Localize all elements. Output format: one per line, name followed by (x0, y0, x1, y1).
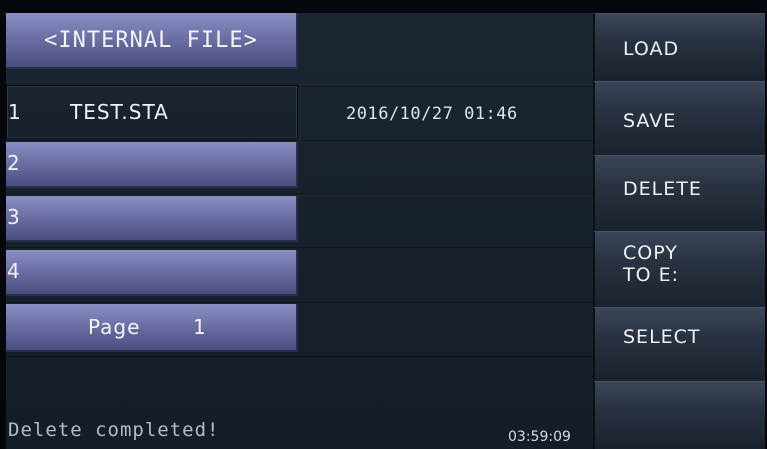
file-row-3[interactable]: 3 (6, 196, 298, 242)
file-row-number: 3 (7, 205, 20, 229)
file-row-number: 1 (8, 100, 21, 124)
blank-softkey[interactable] (593, 381, 765, 449)
file-row-1[interactable]: 1 TEST.STA (6, 85, 298, 139)
load-button-label: LOAD (623, 38, 680, 60)
file-row-number: 2 (7, 151, 20, 175)
page-number: 1 (193, 315, 206, 339)
copy-to-e-button[interactable]: COPY TO E: (593, 231, 765, 307)
select-button-label: SELECT (623, 326, 701, 348)
status-message: Delete completed! (8, 419, 220, 441)
clock: 03:59:09 (508, 429, 571, 445)
load-button[interactable]: LOAD (593, 13, 765, 81)
page-indicator[interactable]: Page 1 (6, 304, 298, 352)
file-row-number: 4 (7, 259, 20, 283)
delete-button[interactable]: DELETE (593, 155, 765, 231)
instrument-screen: <INTERNAL FILE> 1 TEST.STA 2016/10/27 01… (6, 13, 765, 449)
file-list-title: <INTERNAL FILE> (6, 13, 298, 69)
copy-button-label-line2: TO E: (623, 264, 680, 286)
select-button[interactable]: SELECT (593, 307, 765, 381)
delete-button-label: DELETE (623, 178, 702, 200)
page-label: Page (88, 315, 141, 339)
file-row-4[interactable]: 4 (6, 250, 298, 296)
copy-button-label-line1: COPY (623, 242, 678, 264)
file-row-2[interactable]: 2 (6, 142, 298, 188)
save-button-label: SAVE (623, 110, 677, 132)
file-row-name: TEST.STA (70, 100, 169, 124)
file-row-date: 2016/10/27 01:46 (346, 104, 518, 124)
save-button[interactable]: SAVE (593, 81, 765, 155)
file-list-title-text: <INTERNAL FILE> (44, 27, 258, 53)
